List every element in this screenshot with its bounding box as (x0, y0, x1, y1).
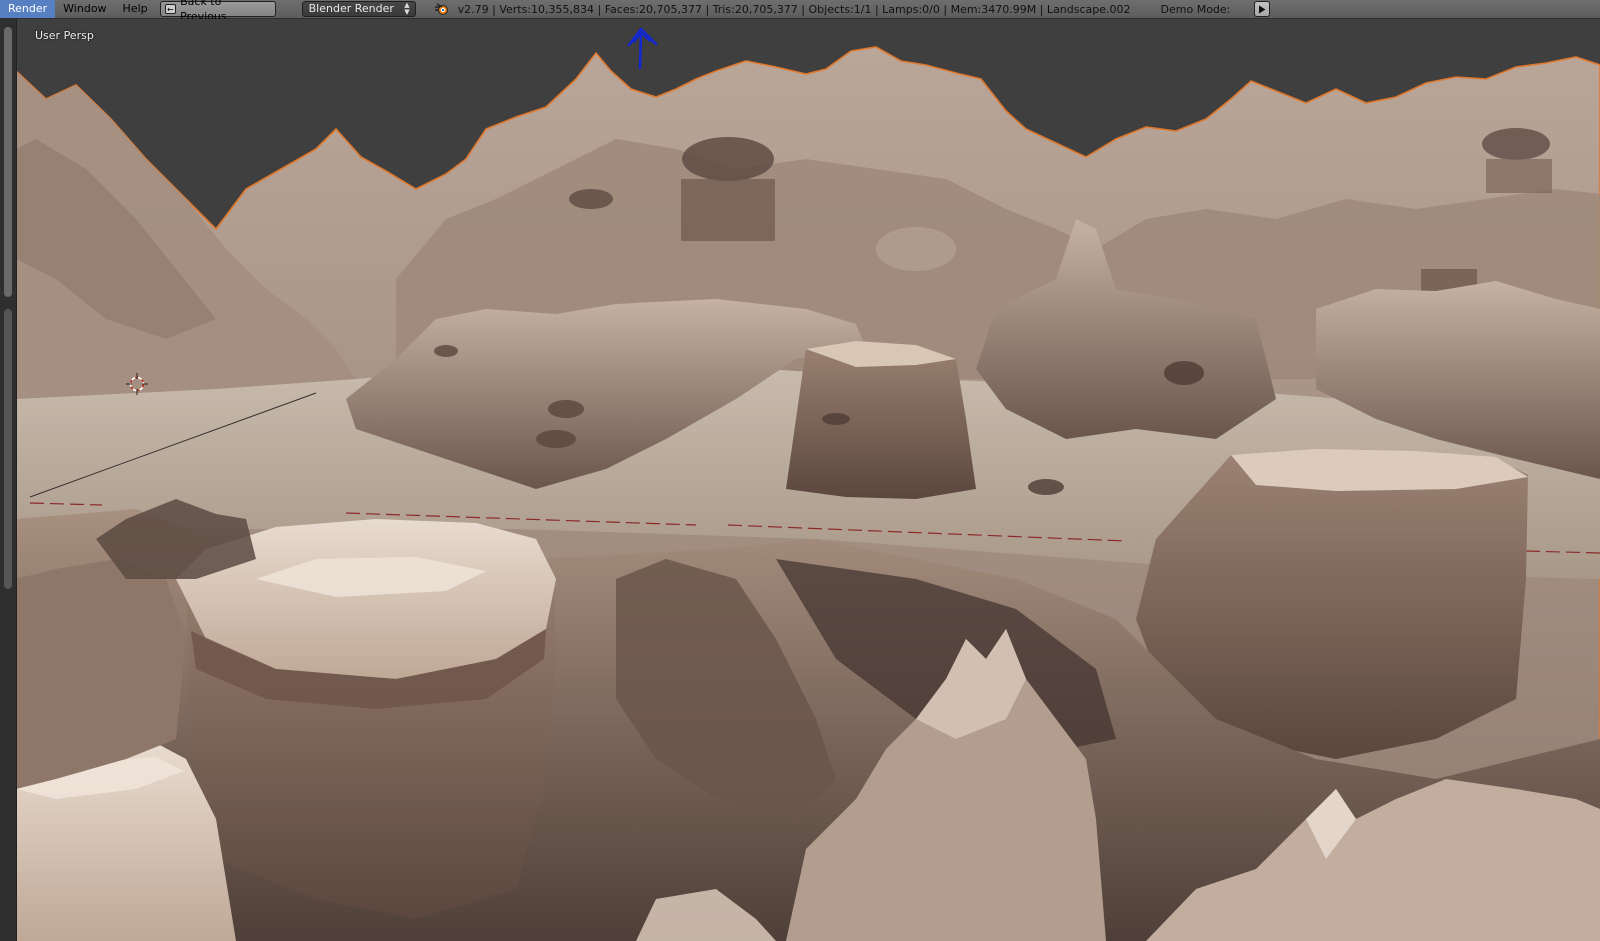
menu-help[interactable]: Help (115, 0, 156, 18)
scrollbar-track[interactable] (4, 309, 12, 589)
landscape-render[interactable] (16, 19, 1600, 941)
scrollbar-handle[interactable] (4, 27, 12, 297)
blue-arrow-icon (627, 27, 658, 69)
menu-window[interactable]: Window (55, 0, 114, 18)
play-button[interactable] (1254, 1, 1271, 17)
3d-viewport[interactable]: User Persp (0, 19, 1600, 941)
menu-render[interactable]: Render (0, 0, 56, 18)
play-icon (1259, 5, 1266, 13)
viewport-view-label: User Persp (35, 29, 94, 42)
scene-statistics: v2.79 | Verts:10,355,834 | Faces:20,705,… (457, 2, 1131, 16)
render-engine-value: Blender Render (308, 2, 394, 15)
up-down-arrows-icon: ▲ ▼ (404, 1, 410, 16)
back-to-previous-button[interactable]: ← Back to Previous (159, 0, 276, 23)
blender-logo-icon (434, 3, 448, 15)
demo-mode-label: Demo Mode: (1160, 2, 1231, 16)
viewport-edge-scrollbar[interactable] (0, 19, 17, 941)
info-header: Render Window Help ← Back to Previous Bl… (0, 0, 1600, 23)
back-arrow-icon: ← (164, 4, 177, 14)
3d-cursor-icon[interactable] (126, 373, 148, 395)
render-engine-select[interactable]: Blender Render ▲ ▼ (301, 1, 416, 17)
